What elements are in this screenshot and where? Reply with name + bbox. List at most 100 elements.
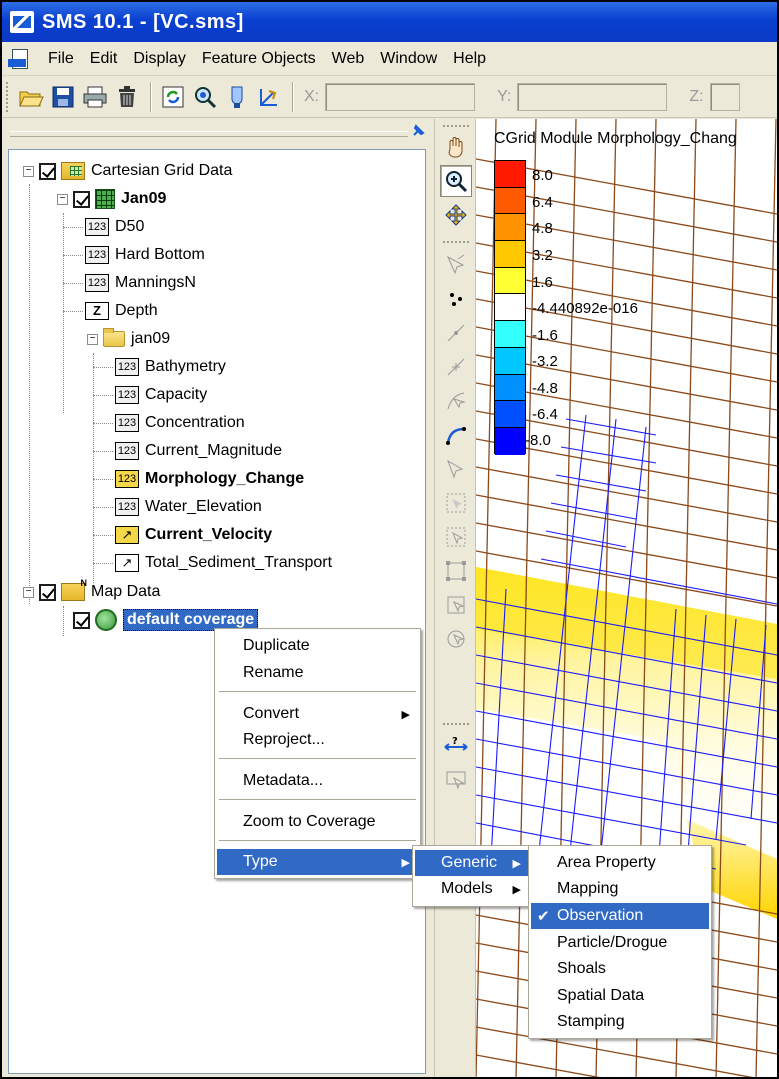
tree-node-hard-bottom[interactable]: 123 Hard Bottom (85, 242, 205, 268)
select-region-icon[interactable] (440, 555, 472, 587)
document-icon[interactable] (8, 47, 32, 71)
panel-grip[interactable] (10, 131, 408, 137)
select-polygon-fill-icon[interactable] (440, 487, 472, 519)
select-element-icon[interactable] (440, 521, 472, 553)
tree-node-jan09-folder[interactable]: − jan09 (87, 326, 170, 352)
create-point-icon[interactable] (440, 283, 472, 315)
zoom-frame-icon[interactable] (190, 82, 220, 112)
menu-item-mapping[interactable]: Mapping (531, 876, 709, 902)
menu-item-shoals[interactable]: Shoals (531, 956, 709, 982)
menu-item-area-property[interactable]: Area Property (531, 850, 709, 876)
tree-node-morphology-change[interactable]: 123 Morphology_Change (115, 466, 304, 492)
visibility-checkbox[interactable] (39, 583, 56, 601)
menu-item-type[interactable]: Type ▶ (217, 849, 418, 875)
select-vertex-icon[interactable] (440, 317, 472, 349)
pin-icon[interactable] (408, 123, 428, 143)
tree-node-cartesian-grid-data[interactable]: − Cartesian Grid Data (23, 158, 232, 184)
tree-node-bathymetry[interactable]: 123 Bathymetry (115, 354, 226, 380)
tool-palette: ? (434, 119, 476, 1077)
menu-window[interactable]: Window (372, 50, 445, 68)
menu-item-spatial-data[interactable]: Spatial Data (531, 983, 709, 1009)
project-tree: − Cartesian Grid Data − Jan09 123 D50 12… (8, 149, 426, 1074)
visibility-checkbox[interactable] (73, 190, 90, 208)
collapse-icon[interactable]: − (57, 193, 68, 205)
menu-item-label: Observation (557, 907, 644, 924)
z-coordinate-field[interactable] (709, 82, 740, 111)
menu-display[interactable]: Display (125, 50, 193, 68)
menu-bar: File Edit Display Feature Objects Web Wi… (2, 42, 777, 76)
collapse-icon[interactable]: − (87, 333, 98, 345)
tree-node-concentration[interactable]: 123 Concentration (115, 410, 245, 436)
select-arc-icon[interactable] (440, 385, 472, 417)
menu-edit[interactable]: Edit (82, 50, 126, 68)
delete-icon[interactable] (112, 82, 142, 112)
application-window: SMS 10.1 - [VC.sms] File Edit Display Fe… (0, 0, 779, 1079)
projection-icon[interactable] (254, 82, 284, 112)
save-icon[interactable] (48, 82, 78, 112)
tree-node-current-velocity[interactable]: ↗ Current_Velocity (115, 522, 272, 548)
pan-hand-icon[interactable] (440, 131, 472, 163)
menu-file[interactable]: File (40, 50, 82, 68)
menu-item-observation[interactable]: ✔ Observation (531, 903, 709, 929)
tree-node-label: Capacity (145, 386, 208, 403)
tree-node-label: Hard Bottom (115, 246, 205, 263)
tree-node-map-data[interactable]: − Map Data (23, 578, 160, 605)
menu-item-models[interactable]: Models ▶ (415, 876, 529, 902)
vector-dataset-icon: ↗ (115, 554, 139, 572)
tree-node-total-sediment-transport[interactable]: ↗ Total_Sediment_Transport (115, 550, 332, 576)
y-coordinate-field[interactable] (517, 82, 668, 111)
menu-item-convert[interactable]: Convert ▶ (217, 701, 418, 727)
visibility-checkbox[interactable] (73, 611, 90, 629)
menu-web[interactable]: Web (324, 50, 373, 68)
palette-grip[interactable] (443, 125, 469, 128)
select-cell-icon[interactable] (440, 623, 472, 655)
create-vertex-icon[interactable] (440, 351, 472, 383)
tree-node-label: Water_Elevation (145, 498, 262, 515)
zoom-icon[interactable] (440, 165, 472, 197)
tree-node-label: Jan09 (121, 190, 167, 207)
collapse-icon[interactable]: − (23, 165, 34, 177)
tree-node-d50[interactable]: 123 D50 (85, 214, 144, 240)
legend-swatch (495, 214, 525, 242)
menu-feature-objects[interactable]: Feature Objects (194, 50, 324, 68)
menu-item-zoom-to-coverage[interactable]: Zoom to Coverage (217, 809, 418, 835)
tree-node-current-magnitude[interactable]: 123 Current_Magnitude (115, 438, 282, 464)
toolbar-grip[interactable] (6, 81, 10, 112)
tree-node-manningsn[interactable]: 123 ManningsN (85, 270, 196, 296)
select-polygon-icon[interactable] (440, 453, 472, 485)
menu-item-metadata[interactable]: Metadata... (217, 768, 418, 794)
collapse-icon[interactable]: − (23, 586, 34, 598)
select-feature-point-icon[interactable] (440, 249, 472, 281)
legend-label: 6.4 (532, 194, 553, 211)
tree-node-jan09-grid[interactable]: − Jan09 (57, 186, 166, 212)
help-query-icon[interactable]: ? (440, 731, 472, 763)
refresh-icon[interactable] (158, 82, 188, 112)
print-icon[interactable] (80, 82, 110, 112)
menu-item-reproject[interactable]: Reproject... (217, 727, 418, 753)
select-frame-icon[interactable] (440, 589, 472, 621)
toolbar: X: Y: Z: (2, 76, 777, 118)
tree-connector (93, 395, 113, 396)
tree-node-capacity[interactable]: 123 Capacity (115, 382, 207, 408)
menu-help[interactable]: Help (445, 50, 494, 68)
rotate-icon[interactable] (440, 199, 472, 231)
palette-grip[interactable] (443, 723, 469, 726)
tree-node-water-elevation[interactable]: 123 Water_Elevation (115, 494, 262, 520)
app-icon (10, 11, 34, 33)
tree-connector (93, 563, 113, 564)
menu-item-duplicate[interactable]: Duplicate (217, 633, 418, 659)
menu-item-rename[interactable]: Rename (217, 660, 418, 686)
tree-node-depth[interactable]: Z Depth (85, 298, 158, 324)
x-coordinate-field[interactable] (325, 82, 476, 111)
menu-item-particle-drogue[interactable]: Particle/Drogue (531, 930, 709, 956)
open-icon[interactable] (16, 82, 46, 112)
menu-item-generic[interactable]: Generic ▶ (415, 850, 529, 876)
title-bar[interactable]: SMS 10.1 - [VC.sms] (2, 2, 777, 42)
measure-select-icon[interactable] (440, 765, 472, 797)
visibility-checkbox[interactable] (39, 162, 56, 180)
create-arc-icon[interactable] (440, 419, 472, 451)
menu-item-label: Convert (243, 705, 300, 722)
model-check-icon[interactable] (222, 82, 252, 112)
palette-grip[interactable] (443, 241, 469, 244)
menu-item-stamping[interactable]: Stamping (531, 1009, 709, 1035)
